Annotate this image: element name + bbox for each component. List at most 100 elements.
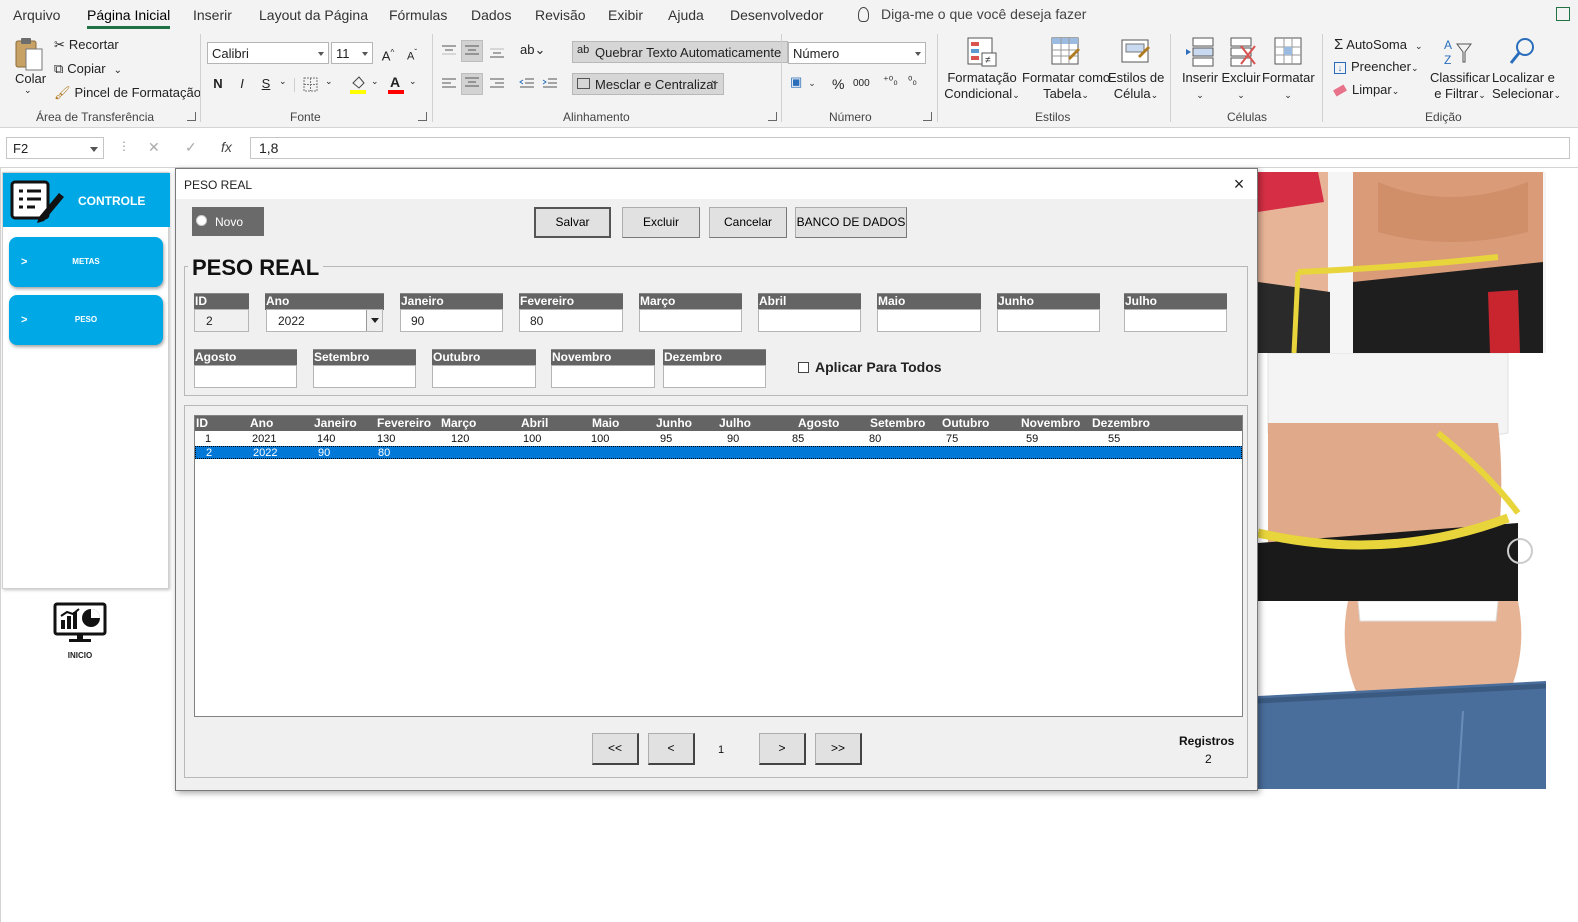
- confirm-entry-icon[interactable]: ✓: [185, 139, 197, 156]
- abril-input[interactable]: [758, 309, 861, 332]
- setembro-input[interactable]: [313, 365, 416, 388]
- tab-pagina-inicial[interactable]: Página Inicial: [87, 7, 171, 29]
- clipboard-launcher-icon[interactable]: [187, 112, 196, 121]
- font-launcher-icon[interactable]: [418, 112, 427, 121]
- increase-decimal-icon[interactable]: ⁺⁰₀: [883, 74, 898, 87]
- decrease-indent-icon[interactable]: [519, 77, 535, 91]
- bold-button[interactable]: N: [207, 73, 229, 95]
- find-select-button[interactable]: Localizar e Selecionar⌄: [1492, 70, 1561, 103]
- font-color-icon[interactable]: A: [387, 74, 405, 94]
- format-cells-button[interactable]: Formatar ⌄: [1262, 70, 1315, 103]
- font-name-select[interactable]: Calibri: [207, 42, 329, 64]
- orientation-icon[interactable]: ab⌄: [520, 42, 545, 58]
- tab-desenvolvedor[interactable]: Desenvolvedor: [730, 7, 823, 23]
- home-button[interactable]: INICIO: [51, 602, 109, 660]
- paste-icon[interactable]: [14, 36, 44, 72]
- paste-label[interactable]: Colar: [15, 71, 46, 86]
- tab-formulas[interactable]: Fórmulas: [389, 7, 447, 23]
- cancel-entry-icon[interactable]: ✕: [148, 139, 160, 156]
- align-middle-button[interactable]: [461, 40, 483, 62]
- sidebar-item-peso[interactable]: > PESO: [9, 295, 163, 345]
- next-page-button[interactable]: >: [759, 733, 806, 765]
- insert-cells-icon[interactable]: [1185, 36, 1215, 68]
- align-bottom-icon[interactable]: [489, 44, 505, 58]
- insert-function-icon[interactable]: fx: [221, 139, 232, 155]
- align-left-icon[interactable]: [441, 77, 457, 91]
- italic-button[interactable]: I: [231, 73, 253, 95]
- first-page-button[interactable]: <<: [592, 733, 639, 765]
- tab-arquivo[interactable]: Arquivo: [13, 7, 60, 23]
- share-icon[interactable]: [1556, 7, 1570, 21]
- novo-toggle[interactable]: Novo: [192, 207, 264, 236]
- name-box[interactable]: F2: [6, 137, 104, 159]
- prev-page-button[interactable]: <: [648, 733, 695, 765]
- chevron-down-icon[interactable]: ⌄: [371, 76, 379, 87]
- percent-button[interactable]: %: [832, 76, 844, 92]
- format-cells-icon[interactable]: [1273, 36, 1303, 68]
- autosum-button[interactable]: Σ AutoSoma ⌄: [1334, 36, 1423, 53]
- borders-icon[interactable]: [303, 77, 319, 93]
- delete-cells-icon[interactable]: [1227, 36, 1257, 68]
- cut-button[interactable]: ✂ Recortar: [54, 37, 119, 53]
- align-top-icon[interactable]: [441, 44, 457, 58]
- shrink-font-button[interactable]: Aˇ: [401, 42, 423, 64]
- clear-button[interactable]: Limpar⌄: [1333, 82, 1399, 97]
- tab-inserir[interactable]: Inserir: [193, 7, 232, 23]
- wrap-text-button[interactable]: ab Quebrar Texto Automaticamente: [572, 41, 789, 63]
- fill-button[interactable]: ↓ Preencher⌄: [1334, 59, 1419, 74]
- julho-input[interactable]: [1124, 309, 1227, 332]
- fevereiro-input[interactable]: 80: [519, 309, 623, 332]
- underline-button[interactable]: S: [255, 73, 277, 95]
- delete-button[interactable]: Excluir: [622, 207, 700, 238]
- cell-styles-icon[interactable]: [1120, 36, 1152, 68]
- copy-button[interactable]: ⧉ Copiar ⌄: [54, 61, 122, 77]
- tab-layout-da-pagina[interactable]: Layout da Página: [259, 7, 368, 23]
- database-button[interactable]: BANCO DE DADOS: [795, 207, 907, 238]
- maio-input[interactable]: [877, 309, 981, 332]
- cell-styles-button[interactable]: Estilos de Célula⌄: [1108, 70, 1164, 103]
- fill-color-icon[interactable]: [349, 74, 367, 94]
- ano-select[interactable]: 2022: [266, 309, 383, 332]
- save-button[interactable]: Salvar: [534, 207, 611, 238]
- last-page-button[interactable]: >>: [815, 733, 862, 765]
- dezembro-input[interactable]: [663, 365, 766, 388]
- close-icon[interactable]: ×: [1229, 174, 1249, 194]
- format-as-table-icon[interactable]: [1050, 36, 1082, 68]
- insert-cells-button[interactable]: Inserir ⌄: [1180, 70, 1220, 103]
- tab-ajuda[interactable]: Ajuda: [668, 7, 704, 23]
- format-painter-button[interactable]: 🖌 Pincel de Formatação: [54, 85, 201, 101]
- number-format-select[interactable]: Número: [788, 42, 926, 64]
- align-center-button[interactable]: [461, 73, 483, 95]
- table-row[interactable]: 2 2022 90 80: [195, 446, 1242, 459]
- formula-input[interactable]: 1,8: [250, 137, 1570, 159]
- grow-font-button[interactable]: A^: [377, 42, 399, 64]
- table-row[interactable]: 1 2021 140 130 120 100 100 95 90 85 80 75 59 55: [195, 433, 1242, 446]
- align-right-icon[interactable]: [489, 77, 505, 91]
- number-launcher-icon[interactable]: [923, 112, 932, 121]
- junho-input[interactable]: [997, 309, 1100, 332]
- sort-filter-button[interactable]: Classificar e Filtrar⌄: [1430, 70, 1490, 103]
- thousands-button[interactable]: 000: [853, 78, 870, 89]
- apply-all-checkbox[interactable]: Aplicar Para Todos: [798, 359, 942, 375]
- conditional-formatting-icon[interactable]: ≠: [966, 36, 998, 68]
- chevron-down-icon[interactable]: [366, 310, 382, 331]
- font-size-select[interactable]: 11: [331, 42, 373, 64]
- decrease-decimal-icon[interactable]: ⁰₀: [908, 74, 917, 87]
- records-listbox[interactable]: ID Ano Janeiro Fevereiro Março Abril Maio Junho…: [194, 415, 1243, 717]
- format-as-table-button[interactable]: Formatar como Tabela⌄: [1022, 70, 1110, 103]
- paste-dropdown-icon[interactable]: ⌄: [24, 85, 32, 96]
- chevron-down-icon[interactable]: ⌄: [409, 76, 417, 87]
- janeiro-input[interactable]: 90: [400, 309, 503, 332]
- alignment-launcher-icon[interactable]: [768, 112, 777, 121]
- outubro-input[interactable]: [432, 365, 536, 388]
- conditional-formatting-button[interactable]: Formatação Condicional⌄: [943, 70, 1021, 103]
- agosto-input[interactable]: [194, 365, 297, 388]
- increase-indent-icon[interactable]: [542, 77, 558, 91]
- tab-exibir[interactable]: Exibir: [608, 7, 643, 23]
- currency-icon[interactable]: ▣ ⌄: [790, 74, 816, 90]
- tab-revisao[interactable]: Revisão: [535, 7, 586, 23]
- tab-dados[interactable]: Dados: [471, 7, 511, 23]
- tell-me-box[interactable]: Diga-me o que você deseja fazer: [858, 6, 1086, 22]
- chevron-down-icon[interactable]: ⌄: [325, 76, 333, 87]
- cancel-button[interactable]: Cancelar: [709, 207, 787, 238]
